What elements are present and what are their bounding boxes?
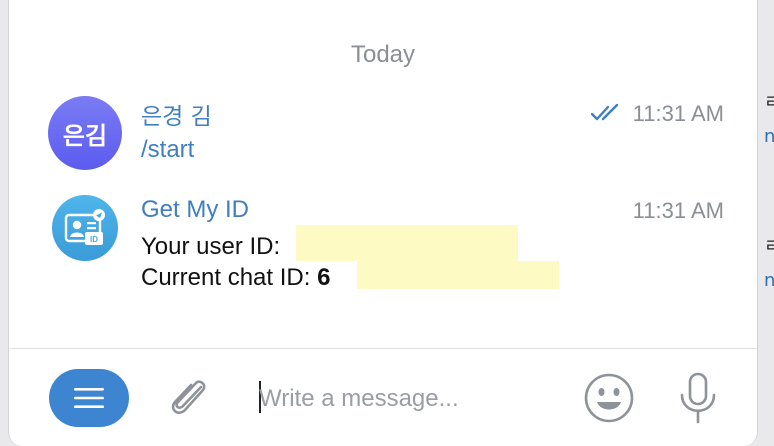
- chat-id-value: 6: [317, 264, 331, 291]
- id-card-icon: ID: [64, 209, 105, 245]
- paperclip-icon: [171, 380, 206, 414]
- double-check-icon: [591, 103, 619, 121]
- date-separator: Today: [350, 41, 416, 68]
- message-time: 11:31 AM: [632, 101, 724, 126]
- avatar[interactable]: ID: [52, 195, 118, 261]
- command-link[interactable]: /start: [141, 136, 194, 164]
- message-time: 11:31 AM: [632, 198, 724, 223]
- chat-window: Today 은김 은경 김 /start 11:31 AM ID Get My …: [8, 0, 758, 446]
- menu-button[interactable]: [49, 369, 129, 427]
- side-fragment: ㄹ: [764, 236, 774, 257]
- emoji-button[interactable]: [583, 372, 635, 424]
- sender-name[interactable]: Get My ID: [141, 196, 249, 224]
- voice-button[interactable]: [676, 371, 720, 425]
- smiley-icon: [584, 373, 634, 423]
- attach-button[interactable]: [167, 373, 213, 423]
- composer-divider: [9, 348, 757, 349]
- avatar[interactable]: 은김: [48, 96, 122, 170]
- svg-text:ID: ID: [90, 235, 98, 244]
- chat-id-line: Current chat ID: 6: [141, 264, 330, 292]
- side-fragment: ㄹ: [764, 92, 774, 113]
- user-id-line: Your user ID:: [141, 233, 280, 261]
- side-fragment: n: [764, 270, 774, 291]
- message-input[interactable]: [259, 378, 559, 420]
- chat-id-label: Current chat ID:: [141, 264, 311, 291]
- sender-name[interactable]: 은경 김: [141, 97, 212, 131]
- redacted-chat-id: [357, 261, 559, 289]
- redacted-user-id: [296, 225, 518, 261]
- side-fragment: n: [764, 126, 774, 147]
- microphone-icon: [680, 372, 716, 424]
- avatar-initials: 은김: [62, 121, 108, 150]
- hamburger-icon: [74, 388, 104, 408]
- user-id-label: Your user ID:: [141, 233, 281, 260]
